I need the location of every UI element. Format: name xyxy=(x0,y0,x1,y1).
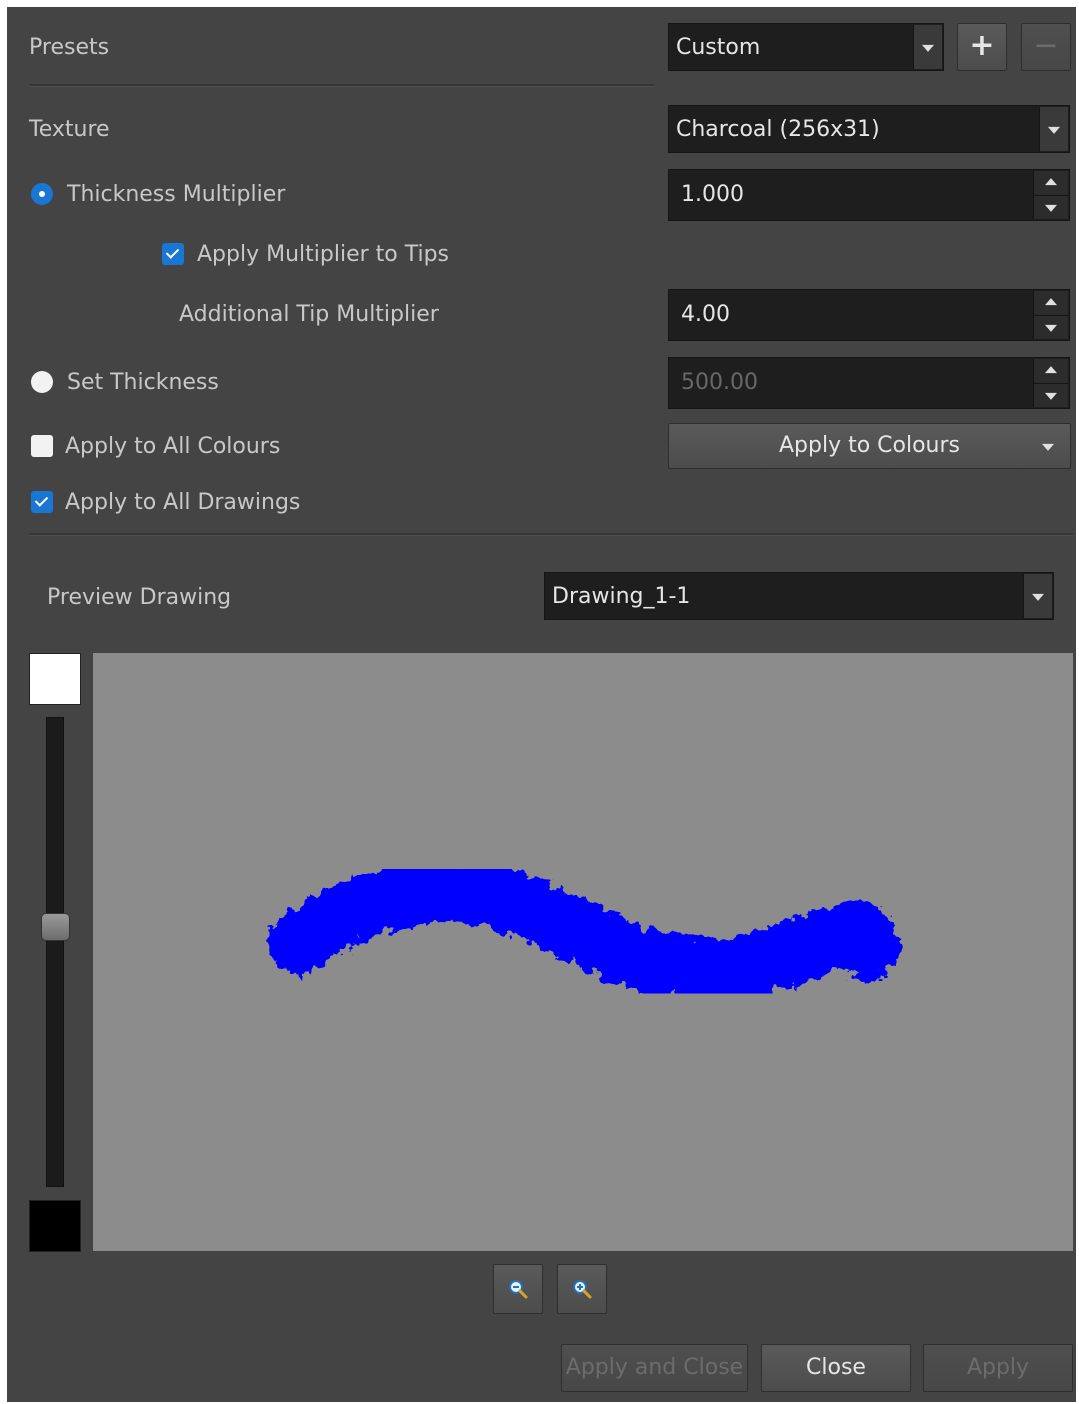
additional-tip-label: Additional Tip Multiplier xyxy=(179,302,439,327)
add-preset-button[interactable]: + xyxy=(957,23,1007,71)
apply-button[interactable]: Apply xyxy=(923,1344,1073,1392)
spin-up-icon[interactable] xyxy=(1034,291,1068,316)
apply-and-close-button[interactable]: Apply and Close xyxy=(561,1344,748,1392)
set-thickness-spinbox[interactable]: 500.00 xyxy=(668,357,1070,409)
apply-all-colours-checkbox[interactable] xyxy=(31,435,53,457)
texture-label: Texture xyxy=(29,117,110,142)
presets-dropdown[interactable]: Custom xyxy=(668,23,944,71)
texture-value: Charcoal (256x31) xyxy=(676,117,880,142)
zoom-out-icon xyxy=(509,1280,528,1299)
spin-up-icon[interactable] xyxy=(1034,171,1068,196)
apply-all-drawings-label: Apply to All Drawings xyxy=(65,490,301,515)
preview-drawing-dropdown[interactable]: Drawing_1-1 xyxy=(544,572,1054,620)
apply-all-colours-label: Apply to All Colours xyxy=(65,434,281,459)
spin-down-icon[interactable] xyxy=(1034,195,1068,219)
thickness-multiplier-spinbox[interactable]: 1.000 xyxy=(668,169,1070,221)
brush-stroke-preview xyxy=(267,861,899,1002)
thickness-multiplier-radio[interactable] xyxy=(31,183,53,205)
preview-canvas xyxy=(93,653,1073,1251)
set-thickness-value: 500.00 xyxy=(681,370,758,395)
thickness-multiplier-label: Thickness Multiplier xyxy=(67,182,286,207)
chevron-down-icon xyxy=(1039,107,1068,151)
chevron-down-icon xyxy=(1023,574,1052,618)
texture-dialog: Presets Custom + − Texture Charcoal (256… xyxy=(7,7,1076,1402)
remove-preset-button[interactable]: − xyxy=(1021,23,1071,71)
set-thickness-label: Set Thickness xyxy=(67,370,219,395)
apply-to-colours-label: Apply to Colours xyxy=(778,433,961,458)
apply-multiplier-tips-label: Apply Multiplier to Tips xyxy=(197,242,450,267)
apply-multiplier-tips-checkbox[interactable] xyxy=(162,243,184,265)
spin-down-icon[interactable] xyxy=(1034,383,1068,407)
close-button[interactable]: Close xyxy=(761,1344,911,1392)
additional-tip-spinbox[interactable]: 4.00 xyxy=(668,289,1070,341)
thickness-multiplier-value: 1.000 xyxy=(681,182,744,207)
zoom-in-button[interactable] xyxy=(557,1264,607,1314)
separator xyxy=(29,84,654,87)
slider-handle[interactable] xyxy=(41,913,70,941)
zoom-in-icon xyxy=(573,1280,592,1299)
presets-value: Custom xyxy=(676,35,761,60)
texture-dropdown[interactable]: Charcoal (256x31) xyxy=(668,105,1070,153)
chevron-down-icon xyxy=(913,25,942,69)
preview-drawing-label: Preview Drawing xyxy=(47,585,232,610)
preview-drawing-value: Drawing_1-1 xyxy=(552,584,691,609)
apply-to-colours-button[interactable]: Apply to Colours xyxy=(668,423,1071,469)
background-level-slider[interactable] xyxy=(46,717,64,1187)
spin-down-icon[interactable] xyxy=(1034,315,1068,339)
separator xyxy=(29,533,1073,536)
spin-up-icon[interactable] xyxy=(1034,359,1068,384)
chevron-down-icon xyxy=(1034,424,1062,468)
presets-label: Presets xyxy=(29,35,110,60)
black-swatch[interactable] xyxy=(29,1200,81,1252)
zoom-out-button[interactable] xyxy=(493,1264,543,1314)
additional-tip-value: 4.00 xyxy=(681,302,730,327)
set-thickness-radio[interactable] xyxy=(31,371,53,393)
apply-all-drawings-checkbox[interactable] xyxy=(31,491,53,513)
white-swatch[interactable] xyxy=(29,653,81,705)
